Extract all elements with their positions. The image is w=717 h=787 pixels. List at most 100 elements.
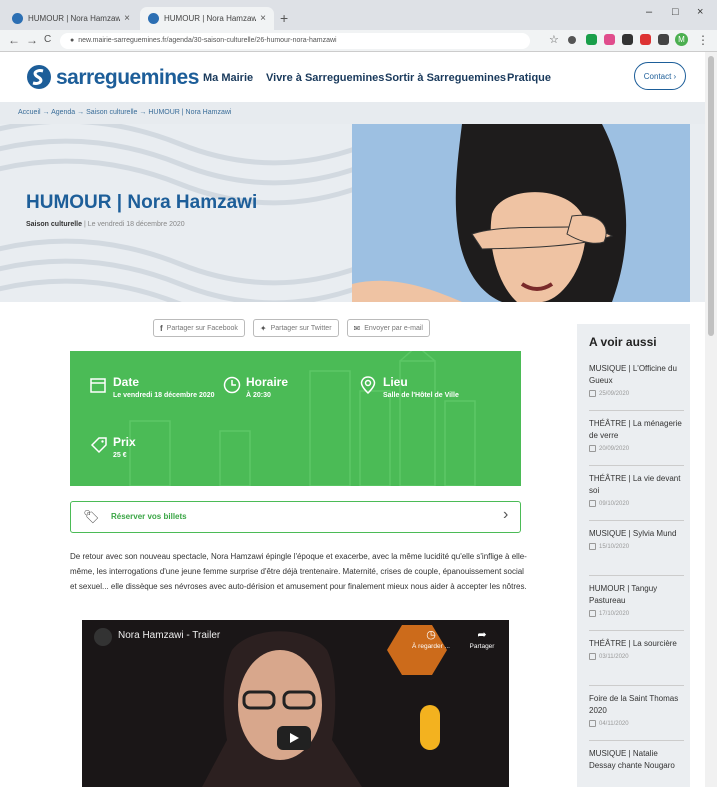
price-label: Prix [113, 435, 136, 449]
divider [589, 740, 684, 741]
breadcrumb[interactable]: Accueil → Agenda → Saison culturelle → H… [0, 102, 705, 124]
list-item[interactable]: THÉÂTRE | La vie devant soi 09/10/2020 [589, 473, 684, 507]
event-info-box: Date Le vendredi 18 décembre 2020 Horair… [70, 351, 521, 486]
play-button[interactable] [277, 726, 311, 750]
share-twitter-button[interactable]: ✦ Partager sur Twitter [252, 319, 339, 337]
share-email-button[interactable]: ✉ Envoyer par e-mail [346, 319, 430, 337]
event-subtitle: Saison culturelle | Le vendredi 18 décem… [26, 221, 185, 228]
event-category[interactable]: Saison culturelle [26, 221, 82, 228]
calendar-icon [589, 720, 596, 727]
list-item-date-text: 03/11/2020 [599, 653, 629, 660]
bookmark-star-icon[interactable]: ☆ [549, 33, 559, 46]
sarreguemines-logo-icon[interactable] [26, 64, 52, 90]
list-item-title: MUSIQUE | Natalie Dessay chante Nougaro [589, 749, 675, 770]
tab-close-icon[interactable]: × [124, 13, 130, 24]
price-tag-icon [90, 437, 107, 454]
maximize-button[interactable]: □ [672, 6, 679, 18]
calendar-icon [589, 445, 596, 452]
address-bar-row: ← → C ● new.mairie-sarreguemines.fr/agend… [0, 30, 717, 52]
artist-illustration [352, 124, 690, 302]
location-pin-icon [360, 376, 376, 394]
divider [589, 520, 684, 521]
divider [589, 465, 684, 466]
nav-ma-mairie[interactable]: Ma Mairie [203, 72, 253, 84]
list-item-date-text: 25/09/2020 [599, 390, 630, 397]
see-also-title: A voir aussi [589, 335, 657, 349]
share-email-label: Envoyer par e-mail [364, 324, 423, 332]
share-bar: f Partager sur Facebook ✦ Partager sur Twi… [153, 319, 430, 337]
hero-banner: HUMOUR | Nora Hamzawi Saison culturelle … [0, 124, 705, 302]
list-item-date: 15/10/2020 [589, 543, 684, 550]
book-tickets-button[interactable]: 🏷 Réserver vos billets › [70, 501, 521, 533]
calendar-icon [589, 390, 596, 397]
event-description: De retour avec son nouveau spectacle, No… [70, 552, 527, 591]
scrollbar-thumb[interactable] [708, 56, 714, 336]
channel-avatar[interactable] [94, 628, 112, 646]
site-logo-text[interactable]: sarreguemines [56, 66, 199, 90]
extension-icon[interactable] [622, 34, 633, 45]
watch-later-button[interactable]: ◷ À regarder ... [408, 628, 454, 650]
list-item-title: THÉÂTRE | La ménagerie de verre [589, 419, 682, 440]
minimize-button[interactable]: – [646, 6, 652, 18]
nav-sortir[interactable]: Sortir à Sarreguemines [385, 72, 506, 84]
extension-icon[interactable] [640, 34, 651, 45]
ticket-icon: 🏷 [83, 509, 100, 524]
nav-pratique[interactable]: Pratique [507, 72, 551, 84]
time-label: Horaire [246, 375, 289, 389]
browser-tab-2[interactable]: HUMOUR | Nora Hamzawi - Sar... × [140, 7, 274, 30]
forward-button[interactable]: → [26, 33, 38, 47]
list-item[interactable]: THÉÂTRE | La ménagerie de verre 20/09/20… [589, 418, 684, 452]
list-item-title: MUSIQUE | L'Officine du Gueux [589, 364, 677, 385]
list-item[interactable]: Foire de la Saint Thomas 2020 04/11/2020 [589, 693, 684, 727]
video-player[interactable]: Nora Hamzawi - Trailer ◷ À regarder ... … [82, 620, 509, 787]
tab-title: HUMOUR | Nora Hamzawi - Sar... [164, 14, 257, 23]
list-item[interactable]: MUSIQUE | Natalie Dessay chante Nougaro [589, 748, 684, 772]
watch-later-label: À regarder ... [412, 643, 450, 650]
book-tickets-label: Réserver vos billets [111, 512, 187, 521]
tab-title: HUMOUR | Nora Hamzawi - Sar... [28, 14, 121, 23]
video-title[interactable]: Nora Hamzawi - Trailer [118, 630, 220, 641]
contact-button[interactable]: Contact › [634, 62, 686, 90]
extension-icon[interactable] [604, 34, 615, 45]
list-item[interactable]: MUSIQUE | Sylvia Mund 15/10/2020 [589, 528, 684, 550]
list-item[interactable]: HUMOUR | Tanguy Pastureau 17/10/2020 [589, 583, 684, 617]
new-tab-button[interactable]: + [280, 10, 288, 26]
video-share-button[interactable]: ➦ Partager [462, 628, 502, 650]
extensions-puzzle-icon[interactable] [658, 34, 669, 45]
list-item[interactable]: THÉÂTRE | La sourcière 03/11/2020 [589, 638, 684, 660]
place-label: Lieu [383, 375, 408, 389]
site-favicon [148, 13, 159, 24]
extension-icon[interactable] [586, 34, 597, 45]
list-item[interactable]: MUSIQUE | L'Officine du Gueux 25/09/2020 [589, 363, 684, 397]
date-label: Date [113, 375, 140, 389]
list-item-title: THÉÂTRE | La sourcière [589, 639, 677, 648]
profile-avatar[interactable]: M [675, 33, 688, 46]
date-value: Le vendredi 18 décembre 2020 [113, 392, 215, 399]
share-arrow-icon: ➦ [477, 629, 487, 641]
list-item-date-text: 09/10/2020 [599, 500, 630, 507]
divider [589, 685, 684, 686]
close-window-button[interactable]: × [697, 6, 703, 18]
list-item-title: MUSIQUE | Sylvia Mund [589, 529, 677, 538]
reload-button[interactable]: C [44, 34, 51, 45]
share-twitter-label: Partager sur Twitter [270, 324, 332, 332]
tab-close-icon[interactable]: × [260, 13, 266, 24]
browser-menu-icon[interactable]: ⋮ [697, 33, 709, 47]
event-date-line: | Le vendredi 18 décembre 2020 [83, 221, 185, 228]
divider [589, 410, 684, 411]
time-value: À 20:30 [246, 392, 271, 399]
back-button[interactable]: ← [8, 33, 20, 47]
share-facebook-button[interactable]: f Partager sur Facebook [153, 319, 245, 337]
list-item-title: THÉÂTRE | La vie devant soi [589, 474, 681, 495]
list-item-date-text: 17/10/2020 [599, 610, 630, 617]
list-item-date: 25/09/2020 [589, 390, 684, 397]
list-item-date: 04/11/2020 [589, 720, 684, 727]
list-item-date: 20/09/2020 [589, 445, 684, 452]
list-item-title: HUMOUR | Tanguy Pastureau [589, 584, 658, 605]
browser-tab-1[interactable]: HUMOUR | Nora Hamzawi - Sar... × [4, 7, 138, 30]
extension-icon[interactable] [568, 36, 576, 44]
url-field[interactable]: ● new.mairie-sarreguemines.fr/agenda/30-s… [60, 33, 530, 49]
calendar-icon [589, 543, 596, 550]
nav-vivre[interactable]: Vivre à Sarreguemines [266, 72, 384, 84]
list-item-date: 17/10/2020 [589, 610, 684, 617]
